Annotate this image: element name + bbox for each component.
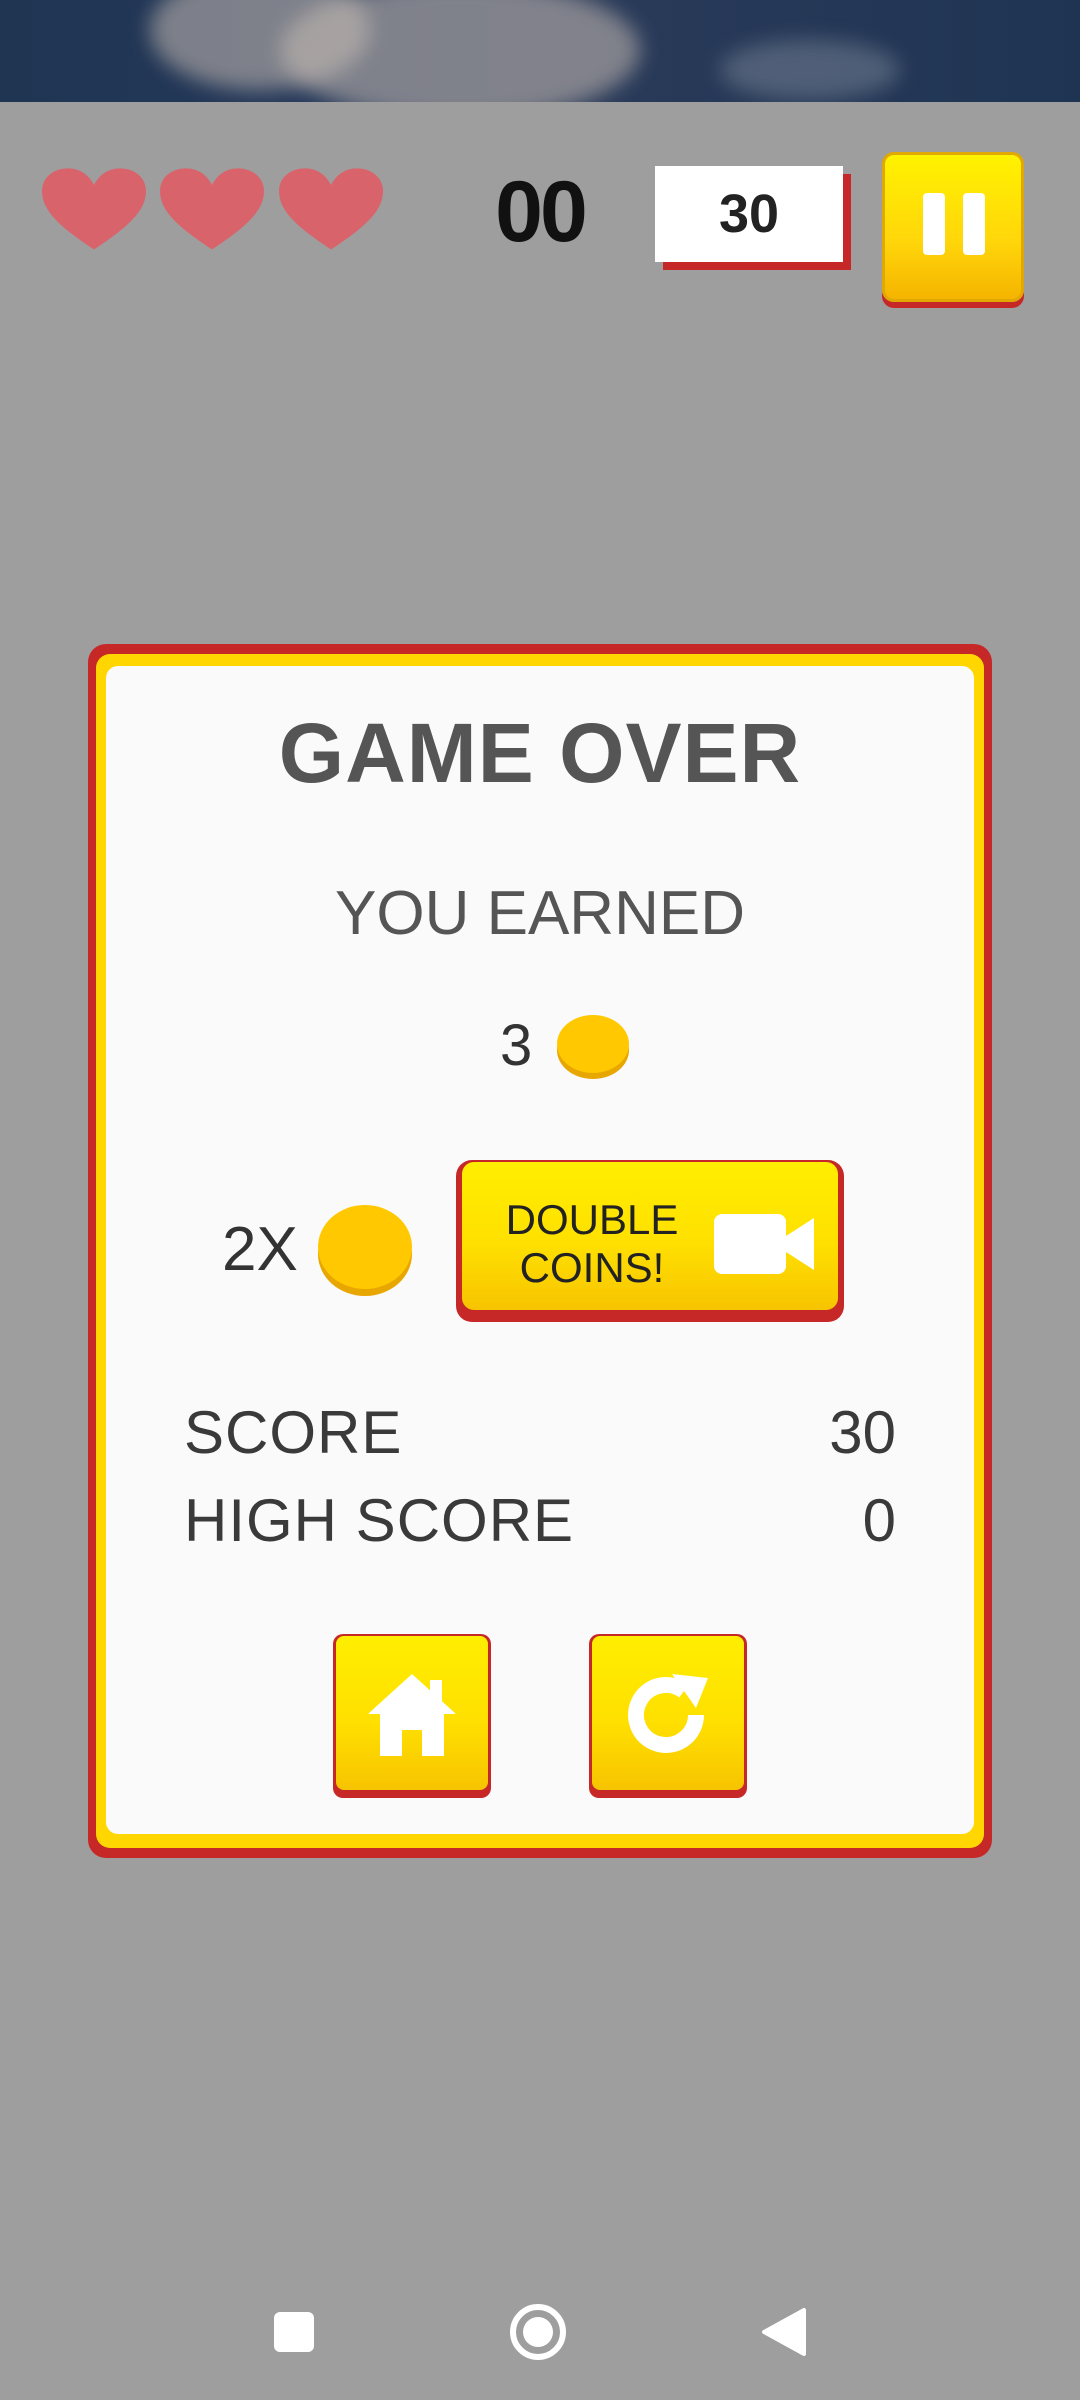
recents-square-icon[interactable] [264,2302,324,2362]
double-coins-line2: COINS! [519,1244,665,1291]
double-coins-button[interactable]: DOUBLE COINS! [456,1160,844,1322]
you-earned-label: YOU EARNED [335,879,745,948]
life-heart-icon [160,168,264,252]
restart-icon [628,1674,708,1753]
life-heart-icon [42,168,146,252]
back-triangle-icon[interactable] [754,2302,814,2362]
double-coins-label: DOUBLE COINS! [492,1196,692,1292]
coin-counter: 00 [495,164,588,260]
sky-background [0,0,1080,102]
pause-icon [963,193,985,255]
video-camera-icon [714,1212,814,1276]
game-over-title: GAME OVER [278,706,802,800]
score-value: 30 [829,1399,896,1466]
high-score-value: 0 [862,1487,896,1554]
pause-button[interactable] [882,152,1024,302]
pause-icon [923,193,945,255]
high-score-label: HIGH SCORE [184,1487,575,1554]
home-button-face [336,1636,488,1790]
double-coins-line1: DOUBLE [505,1196,679,1243]
earned-coins-amount: 3 [500,1013,533,1078]
home-circle-icon[interactable] [508,2302,568,2362]
restart-button[interactable] [589,1634,747,1798]
home-button[interactable] [333,1634,491,1798]
double-coins-button-face: DOUBLE COINS! [462,1162,838,1310]
restart-button-face [592,1636,744,1790]
double-multiplier-label: 2X [222,1215,298,1284]
coin-icon [316,1202,414,1298]
score-label: SCORE [184,1399,403,1466]
score-display: 30 [655,166,843,262]
life-heart-icon [279,168,383,252]
home-icon [368,1674,456,1756]
coin-icon [555,1012,631,1080]
